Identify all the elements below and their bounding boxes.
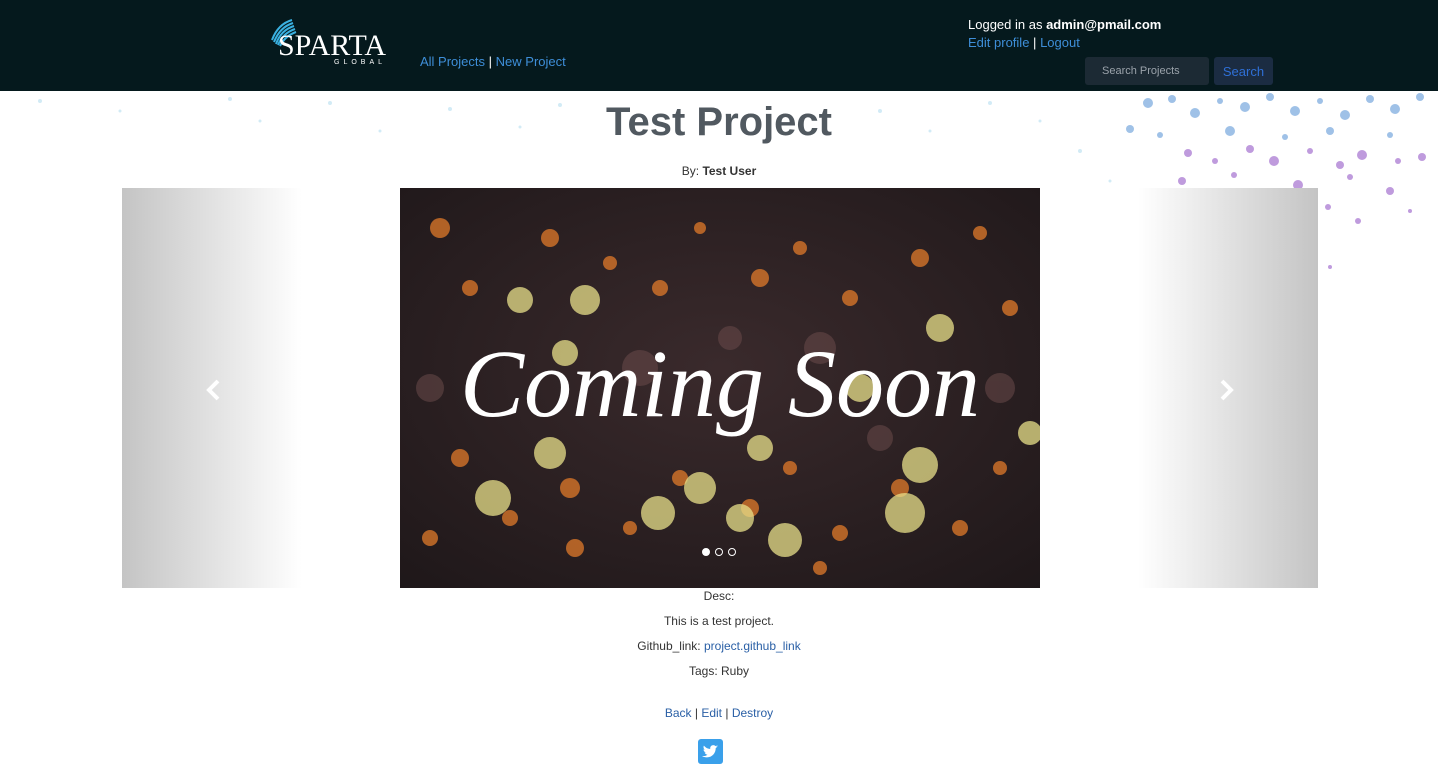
- carousel-indicators: [702, 548, 742, 560]
- search-input[interactable]: [1085, 57, 1209, 85]
- chevron-right-icon: [1220, 379, 1234, 401]
- svg-text:SPARTA: SPARTA: [278, 29, 386, 62]
- tags-label: Tags:: [688, 664, 718, 678]
- logo-graphic: SPARTA GLOBAL: [271, 19, 386, 66]
- carousel-prev-button[interactable]: [202, 378, 226, 402]
- image-carousel: Coming Soon: [122, 188, 1318, 588]
- logged-in-label: Logged in as: [968, 17, 1043, 32]
- actions-separator-1: |: [694, 706, 698, 720]
- logout-link[interactable]: Logout: [1040, 35, 1080, 50]
- main-nav: All Projects | New Project: [420, 54, 566, 69]
- navbar: SPARTA GLOBAL All Projects | New Project…: [0, 0, 1438, 91]
- carousel-next-button[interactable]: [1214, 378, 1238, 402]
- project-description: This is a test project.: [663, 614, 775, 628]
- tags-line: Tags: Ruby: [0, 664, 1438, 678]
- carousel-indicator-1[interactable]: [702, 548, 710, 556]
- destroy-link[interactable]: Destroy: [732, 706, 773, 720]
- project-byline: By: Test User: [0, 164, 1438, 178]
- project-author: Test User: [702, 164, 757, 178]
- github-label: Github_link:: [637, 639, 701, 653]
- actions-separator-2: |: [725, 706, 729, 720]
- carousel-indicator-3[interactable]: [728, 548, 736, 556]
- project-actions: Back | Edit | Destroy: [0, 706, 1438, 720]
- sparta-global-logo[interactable]: SPARTA GLOBAL: [268, 18, 394, 66]
- user-links-separator: |: [1033, 35, 1037, 50]
- github-line: Github_link: project.github_link: [0, 639, 1438, 653]
- back-link[interactable]: Back: [665, 706, 692, 720]
- carousel-indicator-2[interactable]: [715, 548, 723, 556]
- search-button[interactable]: Search: [1214, 57, 1273, 85]
- github-link[interactable]: project.github_link: [704, 639, 801, 653]
- user-links: Edit profile | Logout: [968, 34, 1161, 52]
- twitter-icon: [702, 745, 718, 758]
- chevron-left-icon: [206, 379, 220, 401]
- coming-soon-image: Coming Soon: [400, 188, 1040, 588]
- user-email: admin@pmail.com: [1046, 17, 1162, 32]
- nav-separator: |: [488, 54, 493, 69]
- edit-profile-link[interactable]: Edit profile: [968, 35, 1029, 50]
- new-project-link[interactable]: New Project: [496, 54, 566, 69]
- edit-link[interactable]: Edit: [701, 706, 722, 720]
- carousel-slide: Coming Soon: [400, 188, 1040, 588]
- by-label: By:: [681, 164, 700, 178]
- all-projects-link[interactable]: All Projects: [420, 54, 485, 69]
- logged-in-line: Logged in as admin@pmail.com: [968, 16, 1161, 34]
- project-title: Test Project: [606, 100, 832, 144]
- user-info: Logged in as admin@pmail.com Edit profil…: [968, 16, 1161, 52]
- svg-text:GLOBAL: GLOBAL: [334, 59, 386, 66]
- project-tags: Ruby: [721, 664, 750, 678]
- desc-label: Desc:: [703, 589, 735, 603]
- twitter-share-button[interactable]: [698, 739, 723, 764]
- slide-caption: Coming Soon: [460, 330, 980, 437]
